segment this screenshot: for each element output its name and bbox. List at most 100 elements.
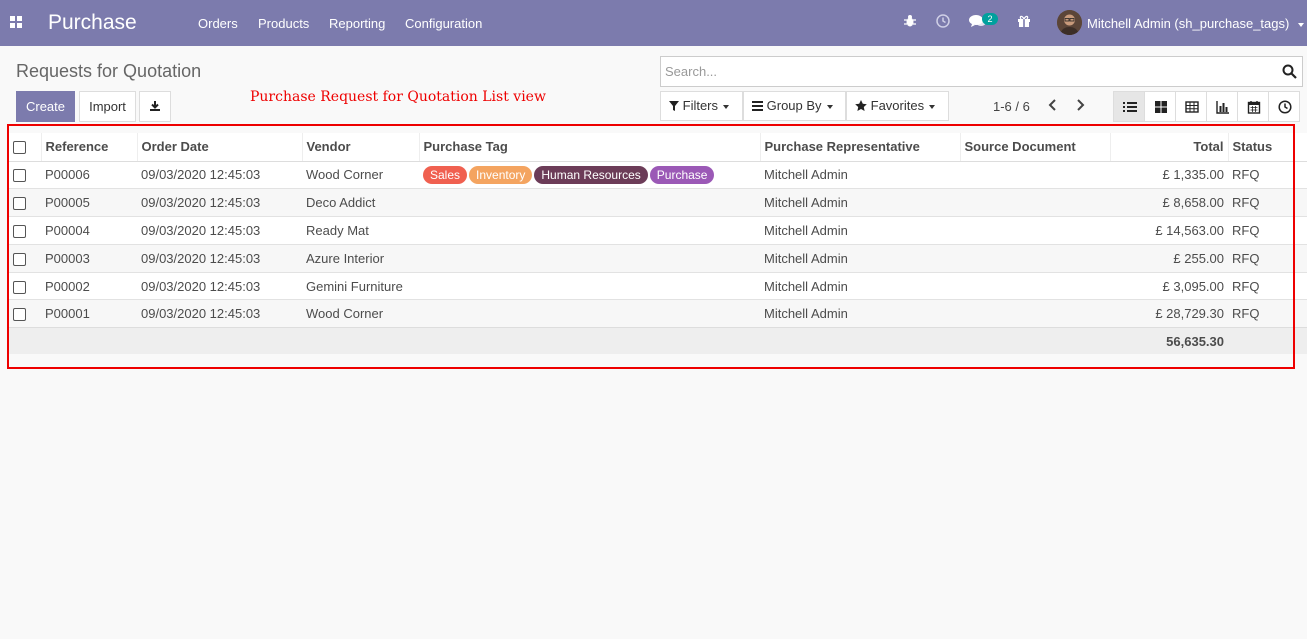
cell-purchase-tag	[419, 271, 760, 300]
graph-view-button[interactable]	[1206, 91, 1238, 122]
cell-source-document	[960, 216, 1110, 245]
cell-status: RFQ	[1228, 160, 1307, 189]
cell-source-document	[960, 299, 1110, 328]
cell-reference: P00003	[41, 243, 137, 273]
pivot-table-icon	[1185, 101, 1199, 113]
filter-funnel-icon	[669, 101, 679, 111]
purchase-tag-badge: Inventory	[469, 165, 533, 184]
column-header-purchase-representative[interactable]: Purchase Representative	[760, 133, 961, 162]
cell-order-date: 09/03/2020 12:45:03	[137, 160, 302, 189]
filters-dropdown[interactable]: Filters	[660, 91, 743, 121]
cell-purchase-tag	[419, 216, 760, 245]
row-checkbox[interactable]	[13, 225, 26, 239]
cell-status: RFQ	[1228, 299, 1307, 328]
cell-purchase-representative: Mitchell Admin	[760, 299, 960, 328]
menu-orders[interactable]: Orders	[198, 16, 238, 31]
column-header-reference[interactable]: Reference	[41, 133, 138, 162]
cell-order-date: 09/03/2020 12:45:03	[137, 243, 302, 273]
chevron-down-icon	[929, 104, 936, 109]
rfq-table: Reference Order Date Vendor Purchase Tag…	[9, 133, 1307, 354]
cell-reference: P00005	[41, 188, 137, 217]
cell-vendor: Deco Addict	[302, 188, 419, 217]
menu-reporting[interactable]: Reporting	[329, 16, 385, 31]
user-avatar[interactable]	[1057, 10, 1082, 35]
cell-total: £ 255.00	[1110, 243, 1228, 273]
cell-vendor: Azure Interior	[302, 243, 419, 273]
annotation-label: Purchase Request for Quotation List view	[250, 89, 546, 105]
table-footer-row: 56,635.30	[9, 327, 1307, 354]
top-navbar: Purchase Orders Products Reporting Confi…	[0, 0, 1307, 46]
pivot-view-button[interactable]	[1175, 91, 1207, 122]
row-select-cell	[9, 160, 41, 189]
kanban-view-button[interactable]	[1144, 91, 1176, 122]
import-button[interactable]: Import	[79, 91, 136, 122]
column-header-purchase-tag[interactable]: Purchase Tag	[419, 133, 761, 162]
pager-next-icon[interactable]	[1074, 97, 1090, 115]
row-select-cell	[9, 216, 41, 245]
star-icon	[855, 100, 867, 111]
cell-source-document	[960, 271, 1110, 300]
export-download-button[interactable]	[139, 91, 171, 122]
row-checkbox[interactable]	[13, 280, 26, 294]
table-row[interactable]: P00006 09/03/2020 12:45:03 Wood Corner Sale…	[9, 160, 1307, 189]
debug-bug-icon[interactable]	[903, 14, 919, 30]
search-bar	[660, 56, 1303, 87]
cell-total: £ 8,658.00	[1110, 188, 1228, 217]
search-input[interactable]	[665, 58, 1265, 85]
cell-purchase-tag	[419, 299, 760, 328]
cell-status: RFQ	[1228, 243, 1307, 273]
cell-source-document	[960, 188, 1110, 217]
row-checkbox[interactable]	[13, 308, 26, 322]
row-checkbox[interactable]	[13, 169, 26, 183]
cell-purchase-representative: Mitchell Admin	[760, 243, 960, 273]
group-by-dropdown[interactable]: Group By	[743, 91, 846, 121]
cell-reference: P00006	[41, 160, 137, 189]
purchase-tag-badge: Sales	[423, 165, 468, 184]
table-row[interactable]: P00003 09/03/2020 12:45:03 Azure Interior M…	[9, 243, 1307, 273]
activity-view-button[interactable]	[1268, 91, 1300, 122]
table-row[interactable]: P00001 09/03/2020 12:45:03 Wood Corner Mitc…	[9, 299, 1307, 328]
list-view-button[interactable]	[1113, 91, 1145, 122]
cell-order-date: 09/03/2020 12:45:03	[137, 271, 302, 300]
activity-clock-icon	[1278, 100, 1292, 114]
cell-total: £ 3,095.00	[1110, 271, 1228, 300]
column-header-order-date[interactable]: Order Date	[137, 133, 303, 162]
row-select-cell	[9, 299, 41, 328]
rfq-list-view: Reference Order Date Vendor Purchase Tag…	[9, 133, 1307, 354]
purchase-tag-badge: Human Resources	[534, 165, 648, 184]
column-header-source-document[interactable]: Source Document	[960, 133, 1111, 162]
pager-previous-icon[interactable]	[1047, 97, 1063, 115]
page-title: Requests for Quotation	[16, 61, 202, 81]
apps-menu-icon[interactable]	[10, 16, 23, 29]
column-header-total[interactable]: Total	[1110, 133, 1229, 162]
cell-order-date: 09/03/2020 12:45:03	[137, 216, 302, 245]
cell-purchase-representative: Mitchell Admin	[760, 216, 960, 245]
table-row[interactable]: P00004 09/03/2020 12:45:03 Ready Mat Mitche…	[9, 216, 1307, 245]
search-icon[interactable]	[1282, 64, 1298, 80]
cell-status: RFQ	[1228, 216, 1307, 245]
menu-configuration[interactable]: Configuration	[405, 16, 482, 31]
row-checkbox[interactable]	[13, 197, 26, 211]
menu-products[interactable]: Products	[258, 16, 309, 31]
user-name-label: Mitchell Admin (sh_purchase_tags)	[1087, 16, 1290, 31]
row-checkbox[interactable]	[13, 252, 26, 266]
create-button[interactable]: Create	[16, 91, 75, 122]
cell-status: RFQ	[1228, 271, 1307, 300]
app-brand[interactable]: Purchase	[48, 11, 137, 35]
cell-reference: P00004	[41, 216, 137, 245]
user-menu[interactable]: Mitchell Admin (sh_purchase_tags)	[1087, 16, 1304, 31]
gift-icon[interactable]	[1017, 14, 1033, 30]
favorites-dropdown[interactable]: Favorites	[846, 91, 949, 121]
calendar-view-button[interactable]	[1237, 91, 1269, 122]
column-header-status[interactable]: Status	[1228, 133, 1307, 162]
select-all-checkbox[interactable]	[13, 141, 26, 155]
table-row[interactable]: P00002 09/03/2020 12:45:03 Gemini Furnitur…	[9, 271, 1307, 300]
column-header-vendor[interactable]: Vendor	[302, 133, 420, 162]
table-row[interactable]: P00005 09/03/2020 12:45:03 Deco Addict Mitc…	[9, 188, 1307, 217]
pager-value[interactable]: 1-6 / 6	[993, 99, 1030, 114]
row-select-cell	[9, 243, 41, 273]
purchase-tag-badge: Purchase	[649, 165, 715, 184]
list-view-icon	[1123, 102, 1137, 112]
kanban-view-icon	[1155, 101, 1167, 113]
activity-clock-icon[interactable]	[936, 14, 952, 30]
